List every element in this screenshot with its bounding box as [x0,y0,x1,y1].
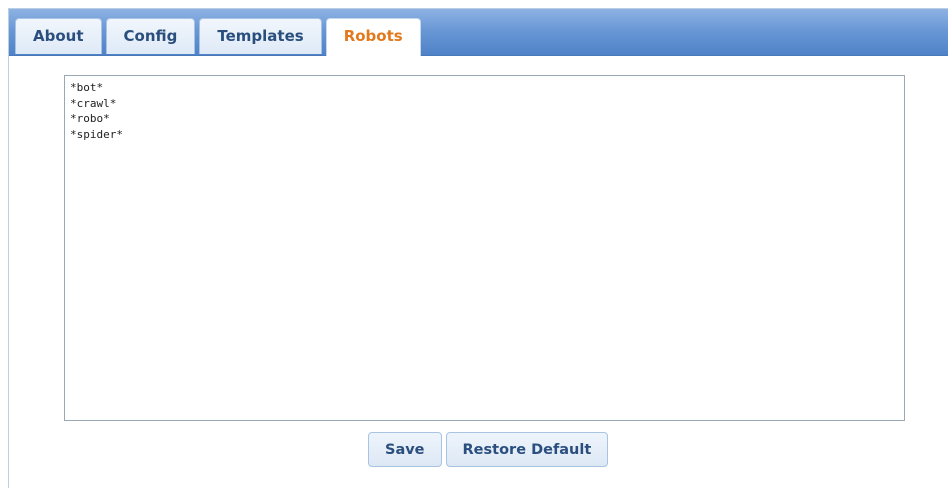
tab-templates[interactable]: Templates [199,18,322,54]
tab-config[interactable]: Config [105,18,196,54]
settings-panel: About Config Templates Robots *bot* *cra… [8,8,948,488]
robots-textarea[interactable]: *bot* *crawl* *robo* *spider* [64,75,905,421]
restore-default-button[interactable]: Restore Default [445,432,609,467]
action-buttons: Save Restore Default [368,432,609,467]
tab-list: About Config Templates Robots [15,18,421,56]
tab-robots[interactable]: Robots [325,18,421,56]
tab-bar: About Config Templates Robots [9,9,948,56]
save-button[interactable]: Save [368,432,442,467]
tab-about[interactable]: About [15,18,102,54]
